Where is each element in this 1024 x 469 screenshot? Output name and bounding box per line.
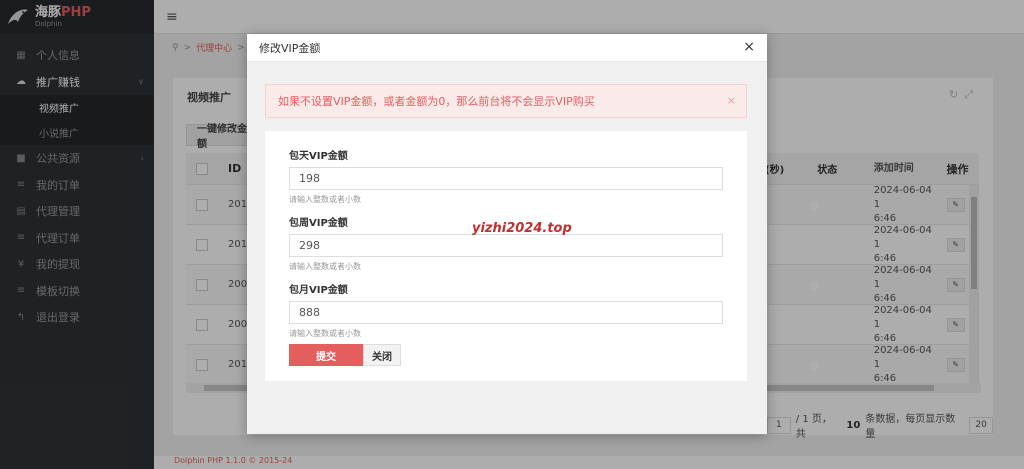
vip-form: 包天VIP金额 198 请输入整数或者小数 包周VIP金额 298 请输入整数或…: [265, 131, 747, 381]
daily-vip-tip: 请输入整数或者小数: [289, 195, 361, 204]
daily-vip-input[interactable]: 198: [289, 167, 723, 190]
weekly-vip-tip: 请输入整数或者小数: [289, 262, 361, 271]
alert-text: 如果不设置VIP金额，或者金额为0，那么前台将不会显示VIP购买: [278, 95, 595, 108]
watermark: yizhi2024.top: [472, 221, 572, 236]
alert-close-icon[interactable]: ×: [727, 94, 736, 107]
close-button[interactable]: 关闭: [363, 344, 401, 366]
field-group-monthly: 包月VIP金额 888 请输入整数或者小数: [289, 281, 723, 339]
field-group-daily: 包天VIP金额 198 请输入整数或者小数: [289, 147, 723, 205]
monthly-vip-input[interactable]: 888: [289, 301, 723, 324]
close-icon[interactable]: ×: [743, 39, 755, 55]
daily-vip-label: 包天VIP金额: [289, 151, 348, 162]
monthly-vip-tip: 请输入整数或者小数: [289, 329, 361, 338]
modal-header: 修改VIP金额 ×: [247, 34, 767, 62]
submit-button[interactable]: 提交: [289, 344, 363, 366]
monthly-vip-label: 包月VIP金额: [289, 285, 348, 296]
weekly-vip-input[interactable]: 298: [289, 234, 723, 257]
warning-alert: 如果不设置VIP金额，或者金额为0，那么前台将不会显示VIP购买 ×: [265, 84, 747, 118]
modal-title: 修改VIP金额: [259, 41, 321, 55]
